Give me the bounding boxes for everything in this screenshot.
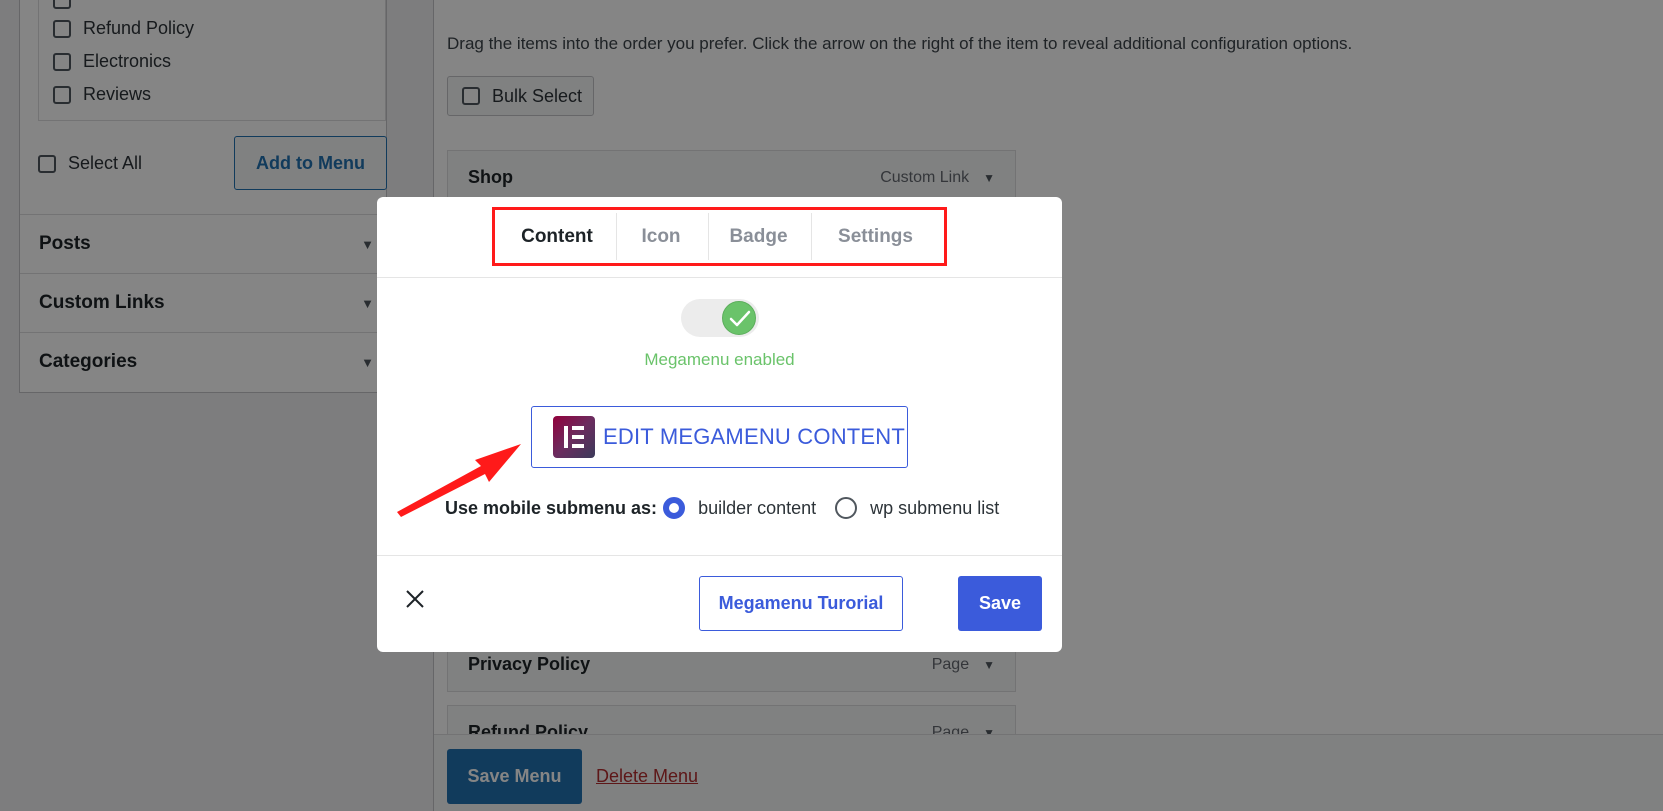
tab-badge[interactable]: Badge (709, 213, 808, 260)
modal-tabs: Content Icon Badge Settings (377, 197, 1062, 278)
close-icon[interactable] (403, 587, 427, 611)
megamenu-status: Megamenu enabled (644, 350, 795, 369)
elementor-icon (553, 416, 595, 458)
radio-label: wp submenu list (870, 497, 1000, 518)
tab-settings[interactable]: Settings (812, 213, 939, 260)
radio-builder-content[interactable] (663, 497, 686, 519)
megamenu-tutorial-button[interactable]: Megamenu Turorial (699, 576, 903, 631)
edit-megamenu-content-button[interactable]: EDIT MEGAMENU CONTENT (531, 406, 908, 468)
megamenu-modal: Content Icon Badge Settings Megamenu ena… (377, 197, 1062, 652)
modal-footer: Megamenu Turorial Save (377, 555, 1062, 653)
mobile-submenu-option: Use mobile submenu as: builder content w… (445, 497, 1018, 519)
tab-icon[interactable]: Icon (617, 213, 705, 260)
radio-wp-submenu-list[interactable] (835, 497, 858, 519)
checkmark-icon (729, 310, 751, 327)
toggle-knob (722, 301, 756, 335)
megamenu-toggle[interactable] (681, 299, 759, 337)
edit-button-label: EDIT MEGAMENU CONTENT (603, 424, 906, 449)
tab-content[interactable]: Content (501, 213, 613, 260)
radio-label: builder content (698, 497, 817, 518)
red-arrow-annotation (397, 444, 521, 517)
save-button[interactable]: Save (958, 576, 1042, 631)
